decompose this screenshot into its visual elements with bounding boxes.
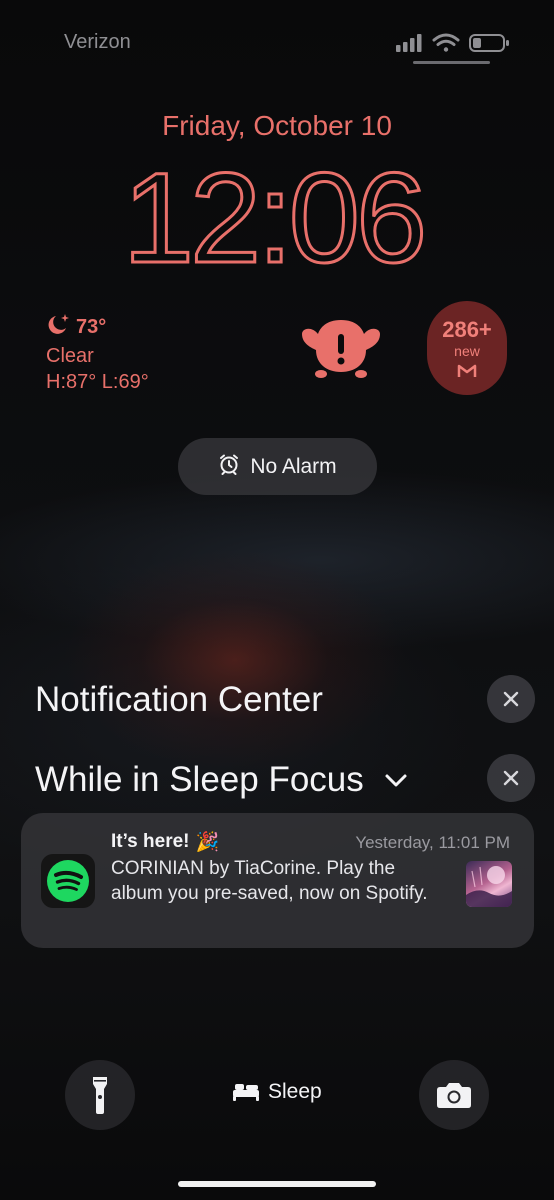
close-icon [503, 691, 519, 707]
flashlight-icon [93, 1077, 107, 1114]
camera-button[interactable] [419, 1060, 489, 1130]
lock-screen: Verizon Friday, October 10 12:06 73° Cle… [0, 0, 554, 1200]
status-divider [413, 61, 490, 64]
lock-clock: 12:06 12:06 [108, 146, 438, 292]
alarm-label: No Alarm [250, 454, 337, 478]
weather-temperature: 73° [76, 315, 107, 338]
home-indicator[interactable] [178, 1181, 376, 1187]
carrier-label: Verizon [64, 31, 131, 53]
alarm-status[interactable]: No Alarm [178, 438, 377, 495]
flashlight-button[interactable] [65, 1060, 135, 1130]
notification-title: It’s here! [111, 831, 190, 852]
status-icons [396, 32, 512, 59]
notification-title-row: It’s here! 🎉 [111, 830, 219, 854]
mail-widget[interactable]: 286+ new [427, 301, 507, 395]
moon-icon [46, 312, 72, 342]
party-popper-emoji: 🎉 [195, 832, 220, 853]
sleep-label: Sleep [268, 1080, 322, 1103]
alert-creature-icon [302, 320, 380, 378]
battery-icon [469, 34, 509, 52]
camera-icon [437, 1083, 471, 1108]
weather-widget[interactable]: 73° Clear H:87° L:69° [46, 312, 149, 394]
chevron-down-icon [385, 774, 407, 787]
clear-sleep-focus-button[interactable] [487, 754, 535, 802]
weather-high-low: H:87° L:69° [46, 371, 149, 393]
notification-card[interactable]: It’s here! 🎉 Yesterday, 11:01 PM CORINIA… [21, 813, 534, 948]
sleep-focus-title: While in Sleep Focus [35, 760, 364, 799]
weather-condition: Clear [46, 345, 94, 367]
wifi-icon [432, 33, 460, 52]
app-widget[interactable] [300, 314, 382, 387]
sleep-focus-button[interactable]: Sleep [232, 1080, 322, 1104]
spotify-icon [41, 854, 95, 908]
lock-date: Friday, October 10 [162, 110, 392, 141]
clear-notification-center-button[interactable] [487, 675, 535, 723]
close-icon [503, 770, 519, 786]
mail-count: 286+ [442, 317, 492, 342]
mail-new-label: new [454, 343, 480, 359]
notification-body: CORINIAN by TiaCorine. Play the album yo… [111, 858, 428, 904]
bed-icon [233, 1084, 259, 1101]
signal-icon [396, 34, 422, 52]
gmail-icon [427, 363, 507, 384]
album-art-thumbnail [466, 861, 512, 907]
notification-center-title: Notification Center [35, 680, 323, 719]
notification-time: Yesterday, 11:01 PM [355, 833, 510, 852]
sleep-focus-group-header[interactable]: While in Sleep Focus [35, 760, 408, 800]
alarm-clock-icon [218, 453, 240, 481]
